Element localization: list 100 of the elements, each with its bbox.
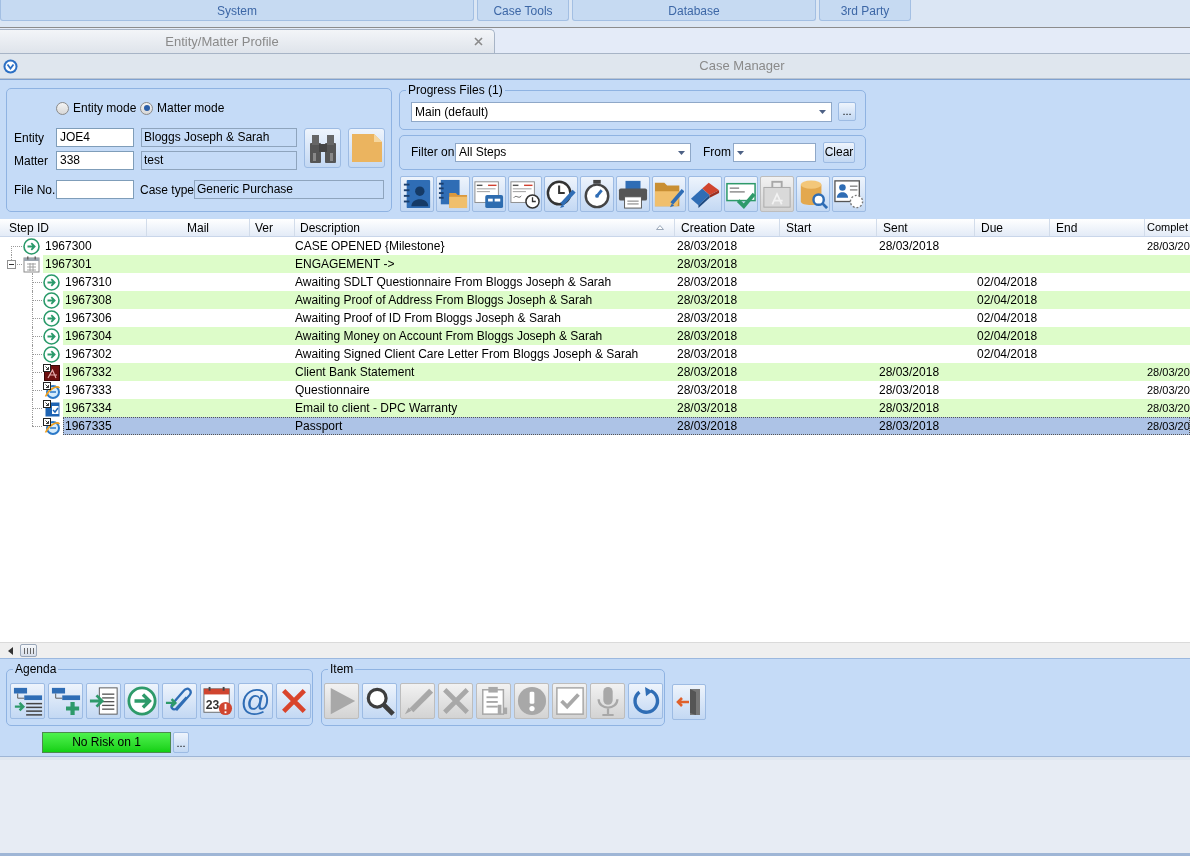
scroll-left-icon[interactable] [8,646,13,655]
date-cell-text: 28/03/20 [1146,419,1190,434]
date-cell-text: 02/04/2018 [976,292,1038,309]
note-icon [351,134,382,162]
column-header[interactable]: Ver [250,219,295,236]
step-id-cell-text: 1967308 [64,292,112,309]
toolbar-button[interactable] [544,176,578,212]
description-cell-text: Email to client - DPC Warranty [295,400,458,417]
dropdown-arrow-icon [819,110,826,114]
column-header[interactable]: Due [975,219,1050,236]
filter-dropdown[interactable]: All Steps [455,143,691,162]
arrow-circle-icon [43,327,60,345]
description-cell-text: Questionnaire [295,382,370,399]
field-label: File No. [14,181,56,199]
step-id-cell-text: 1967310 [64,274,112,291]
collapse-icon[interactable] [7,260,16,269]
description-cell-text: CASE OPENED {Milestone} [295,238,445,255]
date-cell-text: 28/03/2018 [676,328,738,345]
file-number-field[interactable] [56,180,134,199]
from-label: From [703,144,732,161]
ribbon-group-label: Database [668,4,720,18]
date-cell-text: 28/03/2018 [878,238,940,255]
toolbar-button[interactable] [832,176,866,212]
toolbar-button[interactable] [436,176,470,212]
column-header[interactable]: Description [295,219,675,236]
more-button[interactable]: ... [838,102,856,121]
date-cell-text: 28/03/2018 [676,274,738,291]
column-header[interactable]: Step ID [0,219,147,236]
progress-file-dropdown[interactable]: Main (default) [411,102,832,122]
date-cell-text: 28/03/2018 [676,364,738,381]
scrollbar-thumb[interactable] [20,644,37,657]
date-cell-text: 28/03/2018 [676,418,738,435]
toolbar-button[interactable] [472,176,506,212]
column-header[interactable]: Complet [1145,219,1190,236]
agenda-button[interactable] [10,683,45,719]
step-id-cell-text: 1967301 [44,256,92,273]
step-id-cell-text: 1967306 [64,310,112,327]
agenda-button[interactable] [48,683,83,719]
email-button[interactable]: @ [238,683,273,719]
column-header[interactable]: Creation Date [675,219,780,236]
search-button[interactable] [304,128,341,168]
group-label: Item [328,662,356,676]
arrow-circle-icon [126,686,157,716]
close-icon[interactable] [474,37,483,46]
radio-button[interactable] [56,101,69,115]
dropdown-arrow-icon [737,150,744,155]
pencil-icon [402,686,433,716]
matter-code-field[interactable]: 338 [56,151,134,170]
column-header[interactable]: Start [780,219,877,236]
table-row[interactable]: 1967301 ENGAGEMENT -> 28/03/2018 [43,255,1190,273]
column-header[interactable]: End [1050,219,1145,236]
radio-button[interactable] [140,101,153,115]
step-id-cell-text: 1967300 [44,238,92,255]
agenda-button[interactable] [86,683,121,719]
description-cell-text: Awaiting Signed Client Care Letter From Bloggs Joseph & Sarah [295,346,639,363]
agenda-button[interactable] [276,683,311,719]
from-dropdown[interactable] [733,143,816,162]
table-row[interactable]: 1967334 Email to client - DPC Warranty 28/03/2018 28/03/2018 28/03/20 [63,399,1190,417]
more-button[interactable]: ... [173,732,189,753]
entity-name-field: Bloggs Joseph & Sarah [141,128,297,147]
arrow-circle-icon [23,237,40,255]
email-file-icon [43,399,60,417]
item-button[interactable] [362,683,397,719]
notebook-folder-icon [438,179,468,209]
toolbar-button[interactable] [400,176,434,212]
date-cell-text: 28/03/2018 [878,418,940,435]
entity-code-field[interactable]: JOE4 [56,128,134,147]
table-row[interactable]: 1967332 Client Bank Statement 28/03/2018 28/03/2018 28/03/20 [63,363,1190,381]
date-cell-text: 28/03/2018 [676,382,738,399]
column-header[interactable]: Sent [877,219,975,236]
database-search-icon [798,179,828,209]
toolbar-button[interactable] [508,176,542,212]
table-row[interactable]: 1967304 Awaiting Money on Account From Bloggs Joseph & Sarah 28/03/2018 02/04/2018 [63,327,1190,345]
arrow-circle-icon [43,345,60,363]
printer-icon [618,179,648,209]
web-file-icon [43,417,60,435]
field-label: Entity [14,129,45,147]
table-row[interactable]: 1967335 Passport 28/03/2018 28/03/2018 28/03/20 [63,417,1190,435]
item-button[interactable] [628,683,663,719]
app-icon [3,58,18,74]
refresh-icon [630,686,661,716]
arrow-circle-icon [43,291,60,309]
description-cell-text: Passport [295,418,343,435]
filter-label: Filter on [411,144,455,161]
toolbar-button[interactable] [688,176,722,212]
clear-button[interactable]: Clear [823,142,855,163]
exit-button[interactable] [672,684,706,720]
step-id-cell-text: 1967332 [64,364,112,381]
column-header[interactable]: Mail [147,219,250,236]
scrollbar-track[interactable] [0,642,1190,658]
toolbar-button[interactable] [616,176,650,212]
date-cell-text: 28/03/20 [1146,383,1190,398]
mode-option[interactable]: Entity mode [56,99,140,117]
mode-option[interactable]: Matter mode [140,99,225,117]
agenda-button[interactable] [162,683,197,719]
date-cell-text: 28/03/2018 [676,346,738,363]
risk-status-bar: No Risk on 1 [42,732,171,753]
table-row[interactable]: 1967308 Awaiting Proof of Address From Bloggs Joseph & Sarah 28/03/2018 02/04/2018 [63,291,1190,309]
toolbar-button[interactable] [580,176,614,212]
search-icon [364,686,395,716]
